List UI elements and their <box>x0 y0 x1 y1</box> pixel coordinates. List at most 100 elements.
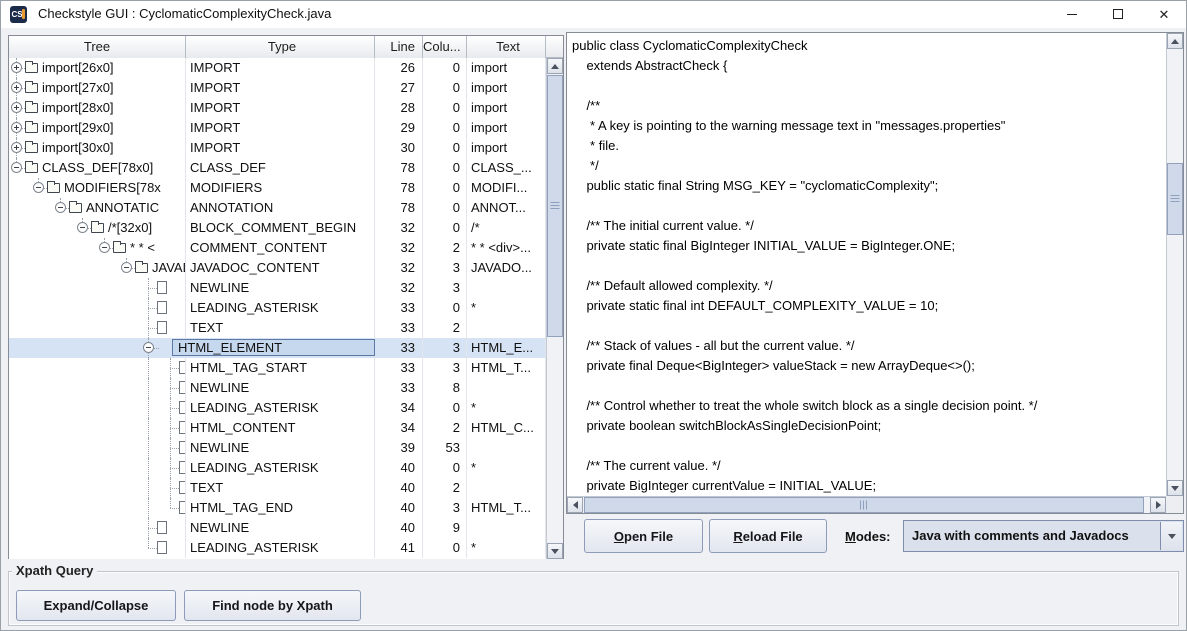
table-row[interactable]: * * <COMMENT_CONTENT322* * <div>... <box>9 238 546 258</box>
text-cell: JAVADO... <box>467 258 546 278</box>
combo-dropdown-button[interactable] <box>1160 522 1182 550</box>
tree-node-label: * * < <box>130 238 155 258</box>
column-cell: 0 <box>423 178 467 198</box>
table-row[interactable]: import[28x0]IMPORT280import <box>9 98 546 118</box>
scroll-down-button[interactable] <box>1167 480 1183 496</box>
leaf-icon <box>179 361 186 374</box>
tree-cell: import[26x0] <box>9 58 186 78</box>
text-cell <box>467 378 546 398</box>
tree-collapsed-knob-icon[interactable] <box>11 62 22 73</box>
code-line: /** Control whether to treat the whole s… <box>572 396 1166 416</box>
maximize-button[interactable] <box>1095 0 1141 28</box>
scrollbar-thumb[interactable] <box>1167 163 1183 235</box>
tree-collapsed-knob-icon[interactable] <box>11 102 22 113</box>
leaf-icon <box>157 321 167 334</box>
minimize-button[interactable] <box>1049 0 1095 28</box>
table-row[interactable]: HTML_TAG_START333HTML_T... <box>9 358 546 378</box>
type-cell: CLASS_DEF <box>186 158 375 178</box>
table-row[interactable]: HTML_ELEMENT333HTML_E... <box>9 338 546 358</box>
folder-icon <box>25 123 38 133</box>
table-row[interactable]: NEWLINE409 <box>9 518 546 538</box>
column-cell: 2 <box>423 478 467 498</box>
type-cell: LEADING_ASTERISK <box>186 298 375 318</box>
column-header-column[interactable]: Colu... <box>423 36 467 58</box>
tree-expanded-knob-icon[interactable] <box>99 242 110 253</box>
text-cell <box>467 278 546 298</box>
table-row[interactable]: LEADING_ASTERISK400* <box>9 458 546 478</box>
table-row[interactable]: NEWLINE3953 <box>9 438 546 458</box>
table-row[interactable]: TEXT332 <box>9 318 546 338</box>
type-cell: BLOCK_COMMENT_BEGIN <box>186 218 375 238</box>
table-row[interactable]: CLASS_DEF[78x0]CLASS_DEF780CLASS_... <box>9 158 546 178</box>
tree-expanded-knob-icon[interactable] <box>143 342 154 353</box>
modes-combobox[interactable]: Java with comments and Javadocs <box>903 520 1184 552</box>
tree-cell <box>9 378 186 398</box>
scrollbar-thumb[interactable] <box>584 497 1144 513</box>
tree-node-label: import[26x0] <box>42 58 114 78</box>
scroll-up-button[interactable] <box>547 58 563 74</box>
table-row[interactable]: LEADING_ASTERISK340* <box>9 398 546 418</box>
source-vertical-scrollbar[interactable] <box>1166 33 1183 496</box>
table-row[interactable]: LEADING_ASTERISK410* <box>9 538 546 558</box>
table-row[interactable]: /*[32x0]BLOCK_COMMENT_BEGIN320/* <box>9 218 546 238</box>
line-cell: 33 <box>375 338 423 358</box>
tree-collapsed-knob-icon[interactable] <box>11 82 22 93</box>
source-code-view[interactable]: public class CyclomaticComplexityCheck e… <box>567 33 1166 496</box>
scroll-up-button[interactable] <box>1167 33 1183 49</box>
tree-expanded-knob-icon[interactable] <box>121 262 132 273</box>
text-cell: * <box>467 458 546 478</box>
table-row[interactable]: import[26x0]IMPORT260import <box>9 58 546 78</box>
code-line: */ <box>572 156 1166 176</box>
modes-label-text: Modes: <box>845 529 891 544</box>
column-header-text[interactable]: Text <box>467 36 546 58</box>
tree-expanded-knob-icon[interactable] <box>77 222 88 233</box>
tree-cell <box>9 518 186 538</box>
find-node-button[interactable]: Find node by Xpath <box>184 590 361 621</box>
table-row[interactable]: JAVADOC_CONTENTJAVADOC_CONTENT323JAVADO.… <box>9 258 546 278</box>
tree-expanded-knob-icon[interactable] <box>55 202 66 213</box>
column-header-line[interactable]: Line <box>375 36 423 58</box>
table-row[interactable]: ANNOTATICANNOTATION780ANNOT... <box>9 198 546 218</box>
text-cell: * <box>467 398 546 418</box>
type-cell: LEADING_ASTERISK <box>186 398 375 418</box>
column-cell: 0 <box>423 538 467 558</box>
maximize-icon <box>1113 9 1123 19</box>
expand-collapse-button-label: Expand/Collapse <box>44 598 149 613</box>
tree-cell: import[27x0] <box>9 78 186 98</box>
tree-expanded-knob-icon[interactable] <box>11 162 22 173</box>
reload-file-button[interactable]: Reload File <box>709 519 827 553</box>
open-file-button[interactable]: Open File <box>584 519 703 553</box>
text-cell: ANNOT... <box>467 198 546 218</box>
tree-expanded-knob-icon[interactable] <box>33 182 44 193</box>
code-line: /** Default allowed complexity. */ <box>572 276 1166 296</box>
scroll-right-button[interactable] <box>1150 497 1166 513</box>
source-horizontal-scrollbar[interactable] <box>567 496 1166 513</box>
table-row[interactable]: HTML_CONTENT342HTML_C... <box>9 418 546 438</box>
tree-cell <box>9 418 186 438</box>
table-row[interactable]: LEADING_ASTERISK330* <box>9 298 546 318</box>
tree-collapsed-knob-icon[interactable] <box>11 122 22 133</box>
tree-collapsed-knob-icon[interactable] <box>11 142 22 153</box>
scrollbar-thumb[interactable] <box>547 75 563 337</box>
text-cell: HTML_E... <box>467 338 546 358</box>
close-button[interactable]: ✕ <box>1141 0 1187 28</box>
tree-node-label: JAVADOC_CONTENT <box>152 258 186 278</box>
folder-icon <box>135 263 148 273</box>
table-row[interactable]: NEWLINE338 <box>9 378 546 398</box>
tree-vertical-scrollbar[interactable] <box>546 58 563 559</box>
column-cell: 0 <box>423 158 467 178</box>
column-header-type[interactable]: Type <box>186 36 375 58</box>
scroll-left-button[interactable] <box>567 497 583 513</box>
column-header-tree[interactable]: Tree <box>9 36 186 58</box>
table-row[interactable]: NEWLINE323 <box>9 278 546 298</box>
tree-guide-line <box>148 358 149 378</box>
table-row[interactable]: HTML_TAG_END403HTML_T... <box>9 498 546 518</box>
table-row[interactable]: MODIFIERS[78xMODIFIERS780MODIFI... <box>9 178 546 198</box>
table-row[interactable]: import[30x0]IMPORT300import <box>9 138 546 158</box>
table-row[interactable]: import[29x0]IMPORT290import <box>9 118 546 138</box>
expand-collapse-button[interactable]: Expand/Collapse <box>16 590 176 621</box>
tree-node-label: import[27x0] <box>42 78 114 98</box>
scroll-down-button[interactable] <box>547 543 563 559</box>
table-row[interactable]: TEXT402 <box>9 478 546 498</box>
table-row[interactable]: import[27x0]IMPORT270import <box>9 78 546 98</box>
